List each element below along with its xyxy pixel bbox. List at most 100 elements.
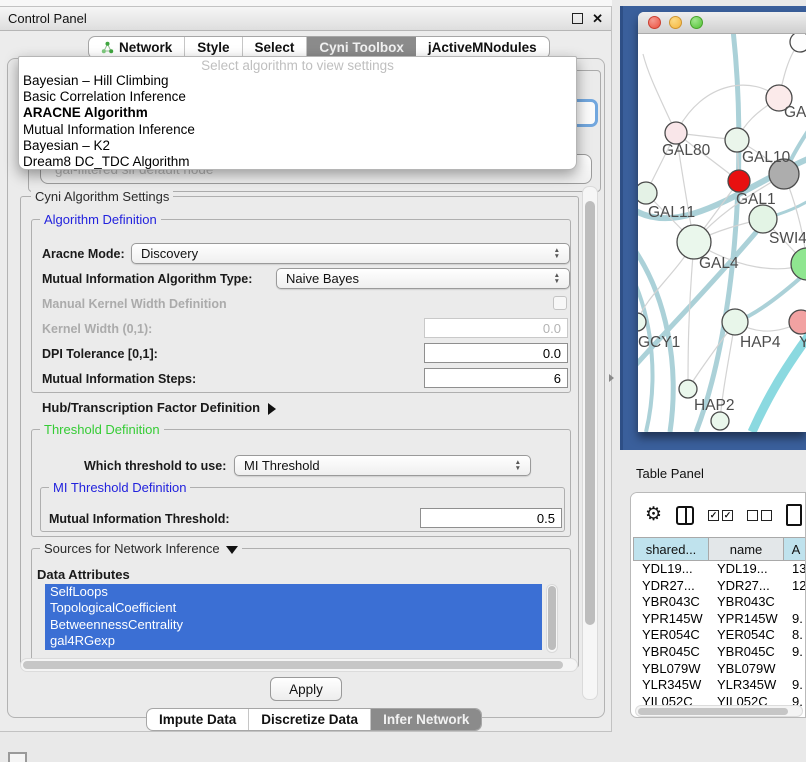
table-row[interactable]: YBL079WYBL079W: [633, 661, 806, 678]
network-icon: [101, 41, 114, 54]
node-label: Y: [799, 334, 806, 351]
combo-arrows-icon: ▲▼: [554, 248, 560, 259]
node-label: GAL: [784, 104, 806, 121]
network-node-gal80[interactable]: [665, 122, 687, 144]
select-all-icon[interactable]: ✓✓: [708, 510, 733, 521]
network-node-swi4[interactable]: [749, 205, 777, 233]
columns-icon[interactable]: [676, 506, 694, 525]
algorithm-option[interactable]: ARACNE Algorithm: [19, 105, 576, 121]
algorithm-dropdown-prompt: Select algorithm to view settings: [19, 58, 576, 73]
zoom-traffic-light-icon[interactable]: [690, 16, 703, 29]
mi-type-combobox[interactable]: Naive Bayes ▲▼: [276, 268, 570, 289]
table-cell: YDR27...: [633, 578, 708, 595]
network-node-hap2[interactable]: [679, 380, 697, 398]
kernel-width-label: Kernel Width (0,1):: [42, 322, 152, 336]
network-edge[interactable]: [643, 54, 676, 133]
attribute-item-selected[interactable]: BetweennessCentrality: [45, 617, 542, 633]
mi-steps-label: Mutual Information Steps:: [42, 372, 196, 386]
manual-kernel-checkbox[interactable]: [553, 296, 567, 310]
close-icon[interactable]: ✕: [592, 14, 603, 24]
network-node-gal11[interactable]: [638, 182, 657, 204]
table-row[interactable]: YPR145WYPR145W9.: [633, 611, 806, 628]
attributes-scrollbar[interactable]: [546, 584, 558, 653]
table-row[interactable]: YBR043CYBR043C: [633, 594, 806, 611]
apply-button[interactable]: Apply: [270, 677, 342, 701]
mi-threshold-group-label: MI Threshold Definition: [49, 480, 190, 495]
table-cell: YPR145W: [633, 611, 708, 628]
tab-select[interactable]: Select: [243, 37, 308, 58]
tab-network[interactable]: Network: [89, 37, 185, 58]
table-row[interactable]: YDR27...YDR27...12: [633, 578, 806, 595]
network-window-titlebar[interactable]: [638, 12, 806, 34]
table-cell: YBR043C: [708, 594, 783, 611]
network-node[interactable]: [791, 248, 806, 280]
network-node-y[interactable]: [789, 310, 806, 334]
table-row[interactable]: YER054CYER054C8.: [633, 627, 806, 644]
tab-jactivemnodules[interactable]: jActiveMNodules: [416, 37, 549, 58]
column-header[interactable]: name: [708, 537, 783, 561]
table-row[interactable]: YDL19...YDL19...13: [633, 561, 806, 578]
network-edge[interactable]: [688, 242, 694, 389]
sources-group-toggle[interactable]: Sources for Network Inference: [40, 541, 242, 556]
node-label: HAP4: [740, 334, 781, 351]
settings-scrollbar[interactable]: [582, 186, 598, 700]
dpi-tolerance-field[interactable]: [424, 343, 568, 363]
table-cell: YBL079W: [633, 661, 708, 678]
kernel-width-field[interactable]: [424, 318, 568, 338]
algorithm-option[interactable]: Bayesian – Hill Climbing: [19, 73, 576, 89]
algorithm-dropdown-list: Bayesian – Hill ClimbingBasic Correlatio…: [19, 73, 576, 170]
column-header[interactable]: A: [783, 537, 806, 561]
tab-impute-data[interactable]: Impute Data: [147, 709, 249, 730]
network-node-gal4[interactable]: [677, 225, 711, 259]
export-table-icon[interactable]: [786, 504, 802, 526]
table-hscrollbar[interactable]: [635, 705, 803, 717]
hub-definition-label: Hub/Transcription Factor Definition: [42, 400, 260, 415]
network-node-hap4[interactable]: [722, 309, 748, 335]
mi-threshold-field[interactable]: [420, 508, 562, 528]
table-toolbar: ⚙ ✓✓: [631, 493, 805, 537]
float-window-icon[interactable]: [572, 13, 583, 24]
network-node[interactable]: [711, 412, 729, 430]
manual-kernel-label: Manual Kernel Width Definition: [42, 297, 227, 311]
minimize-traffic-light-icon[interactable]: [669, 16, 682, 29]
aracne-mode-combobox[interactable]: Discovery ▲▼: [131, 243, 570, 264]
tab-infer-network[interactable]: Infer Network: [371, 709, 481, 730]
table-row[interactable]: YLR345WYLR345W9.: [633, 677, 806, 694]
algorithm-option[interactable]: Dream8 DC_TDC Algorithm: [19, 154, 576, 170]
attribute-item-selected[interactable]: TopologicalCoefficient: [45, 600, 542, 616]
minimized-panel-icon[interactable]: [8, 752, 27, 762]
table-cell: 9.: [783, 611, 806, 628]
gear-icon[interactable]: ⚙: [645, 506, 662, 524]
algorithm-option[interactable]: Bayesian – K2: [19, 138, 576, 154]
attribute-item-selected[interactable]: gal4RGexp: [45, 633, 542, 649]
data-attributes-label: Data Attributes: [37, 567, 130, 582]
settings-hscrollbar[interactable]: [20, 658, 578, 672]
tab-discretize-data[interactable]: Discretize Data: [249, 709, 371, 730]
network-canvas[interactable]: GALGAL80GAL10GAL1GAL11SWI4GAL4GCY1HAP4YH…: [638, 34, 806, 432]
splitter-collapse-icon[interactable]: [609, 374, 614, 382]
table-panel-window: ⚙ ✓✓ shared...nameAYDL19...YDL19...13YDR…: [630, 492, 806, 718]
node-label: GAL10: [742, 149, 791, 166]
close-traffic-light-icon[interactable]: [648, 16, 661, 29]
mi-type-label: Mutual Information Algorithm Type:: [42, 272, 252, 286]
algorithm-option[interactable]: Basic Correlation Inference: [19, 89, 576, 105]
network-node-gal1[interactable]: [728, 170, 750, 192]
which-threshold-combobox[interactable]: MI Threshold ▲▼: [234, 455, 531, 476]
mi-threshold-label: Mutual Information Threshold:: [49, 512, 230, 526]
attribute-item-selected[interactable]: SelfLoops: [45, 584, 542, 600]
table-cell: YBR043C: [633, 594, 708, 611]
mi-steps-field[interactable]: [424, 368, 568, 388]
hub-definition-toggle[interactable]: Hub/Transcription Factor Definition: [42, 400, 276, 415]
tab-cyni-toolbox[interactable]: Cyni Toolbox: [307, 37, 416, 58]
table-row[interactable]: YBR045CYBR045C9.: [633, 644, 806, 661]
table-cell: YER054C: [633, 627, 708, 644]
node-table: shared...nameAYDL19...YDL19...13YDR27...…: [633, 537, 806, 710]
tab-style[interactable]: Style: [185, 37, 242, 58]
table-header-row: shared...nameA: [633, 537, 806, 561]
algorithm-option[interactable]: Mutual Information Inference: [19, 122, 576, 138]
table-cell: YLR345W: [708, 677, 783, 694]
deselect-all-icon[interactable]: [747, 510, 772, 521]
which-threshold-label: Which threshold to use:: [84, 459, 226, 473]
column-header[interactable]: shared...: [633, 537, 708, 561]
network-node[interactable]: [790, 34, 806, 52]
